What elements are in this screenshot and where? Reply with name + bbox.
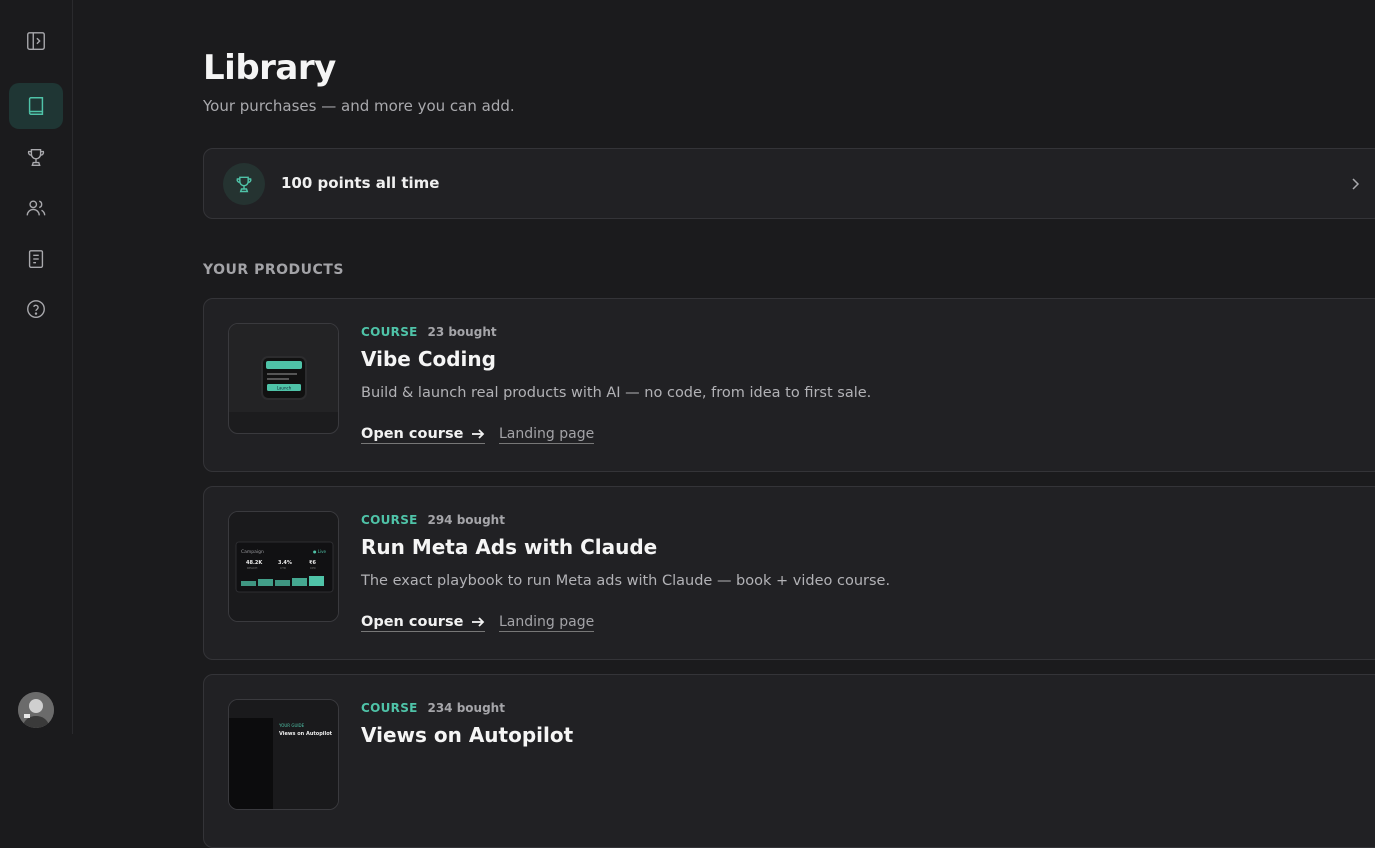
product-type: COURSE (361, 701, 418, 715)
product-card: Campaign ● Live 48.2K REACH 3.4% CTR ₹6 … (203, 486, 1375, 660)
product-type: COURSE (361, 513, 418, 527)
product-meta: COURSE 294 bought (361, 513, 505, 527)
sidebar-item-community[interactable] (9, 185, 63, 231)
section-label: YOUR PRODUCTS (203, 262, 344, 278)
arrow-right-icon (472, 429, 485, 439)
product-meta: COURSE 234 bought (361, 701, 505, 715)
open-course-link[interactable]: Open course (361, 426, 486, 444)
arrow-right-icon (472, 617, 485, 627)
product-meta: COURSE 23 bought (361, 325, 497, 339)
product-name: Run Meta Ads with Claude (361, 535, 658, 559)
trophy-icon (236, 176, 252, 193)
points-card[interactable]: 100 points all time (203, 148, 1375, 219)
product-description: Build & launch real products with AI — n… (361, 385, 872, 401)
page-subtitle: Your purchases — and more you can add. (203, 97, 515, 115)
meta-ads-thumbnail-icon: Campaign ● Live 48.2K REACH 3.4% CTR ₹6 … (229, 512, 338, 621)
thumbnail-kicker-text: YOUR GUIDE (278, 723, 305, 728)
book-icon (28, 97, 44, 115)
product-bought-count: 234 bought (427, 701, 505, 715)
product-thumbnail[interactable]: YOUR GUIDE Views on Autopilot (228, 699, 339, 810)
product-thumbnail[interactable]: Campaign ● Live 48.2K REACH 3.4% CTR ₹6 … (228, 511, 339, 622)
product-description: The exact playbook to run Meta ads with … (361, 573, 891, 589)
sidebar-item-achievements[interactable] (9, 134, 63, 180)
product-card: YOUR GUIDE Views on Autopilot COURSE 234… (203, 674, 1375, 848)
sidebar (0, 0, 73, 734)
user-avatar[interactable] (18, 692, 54, 728)
open-course-link[interactable]: Open course (361, 614, 486, 632)
product-bought-count: 294 bought (427, 513, 505, 527)
receipt-icon (28, 250, 44, 268)
thumbnail-stat-label: CPC (310, 566, 316, 570)
main-content: Library Your purchases — and more you ca… (203, 0, 1375, 848)
sidebar-item-help[interactable] (9, 286, 63, 332)
sidebar-toggle-icon (27, 32, 45, 50)
landing-page-link[interactable]: Landing page (499, 426, 595, 444)
chevron-right-icon (1352, 178, 1360, 190)
toggle-sidebar-button[interactable] (9, 18, 63, 64)
avatar-image-icon (18, 692, 54, 728)
product-card: Launch COURSE 23 bought Vibe Coding Buil… (203, 298, 1375, 472)
product-name: Views on Autopilot (361, 723, 574, 747)
product-bought-count: 23 bought (427, 325, 497, 339)
landing-page-link[interactable]: Landing page (499, 614, 595, 632)
thumbnail-campaign-text: Campaign (241, 549, 264, 555)
help-circle-icon (27, 300, 45, 318)
users-icon (26, 200, 46, 216)
product-name: Vibe Coding (361, 347, 496, 371)
vibe-coding-thumbnail-icon: Launch (229, 324, 338, 412)
open-course-label: Open course (361, 614, 464, 630)
thumbnail-title-text: Views on Autopilot (279, 731, 333, 737)
points-label: 100 points all time (281, 174, 440, 192)
thumbnail-stat-label: CTR (280, 566, 286, 570)
trophy-icon (27, 148, 45, 166)
points-trophy-badge (223, 163, 265, 205)
sidebar-item-library[interactable] (9, 83, 63, 129)
thumbnail-stat-label: REACH (247, 566, 257, 570)
page-title: Library (203, 48, 336, 88)
open-course-label: Open course (361, 426, 464, 442)
sidebar-item-orders[interactable] (9, 236, 63, 282)
autopilot-thumbnail-icon: YOUR GUIDE Views on Autopilot (229, 700, 338, 809)
product-thumbnail[interactable]: Launch (228, 323, 339, 434)
thumbnail-live-text: ● Live (313, 549, 326, 554)
thumbnail-launch-text: Launch (277, 386, 292, 391)
product-type: COURSE (361, 325, 418, 339)
